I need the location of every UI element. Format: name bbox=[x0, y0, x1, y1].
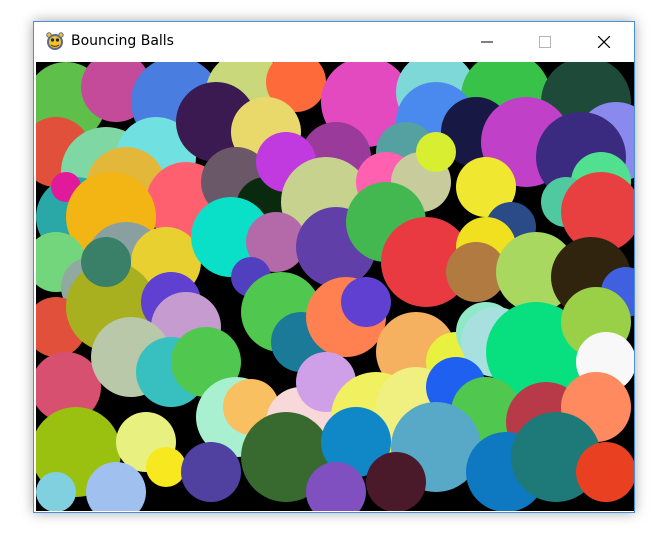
game-canvas[interactable] bbox=[36, 62, 634, 511]
minimize-icon bbox=[481, 41, 493, 43]
ball bbox=[341, 277, 391, 327]
close-icon bbox=[598, 36, 610, 48]
ball bbox=[366, 452, 426, 511]
ball bbox=[81, 237, 131, 287]
pygame-snake-icon bbox=[46, 32, 64, 50]
ball bbox=[181, 442, 241, 502]
ball bbox=[576, 442, 634, 502]
app-window: Bouncing Balls bbox=[33, 21, 635, 513]
maximize-button[interactable] bbox=[522, 22, 568, 62]
maximize-icon bbox=[539, 36, 551, 48]
close-button[interactable] bbox=[581, 22, 627, 62]
ball bbox=[146, 447, 186, 487]
minimize-button[interactable] bbox=[464, 22, 510, 62]
window-title: Bouncing Balls bbox=[71, 33, 174, 49]
ball bbox=[416, 132, 456, 172]
ball bbox=[36, 472, 76, 511]
balls-canvas bbox=[36, 62, 634, 511]
title-bar[interactable]: Bouncing Balls bbox=[34, 22, 634, 62]
